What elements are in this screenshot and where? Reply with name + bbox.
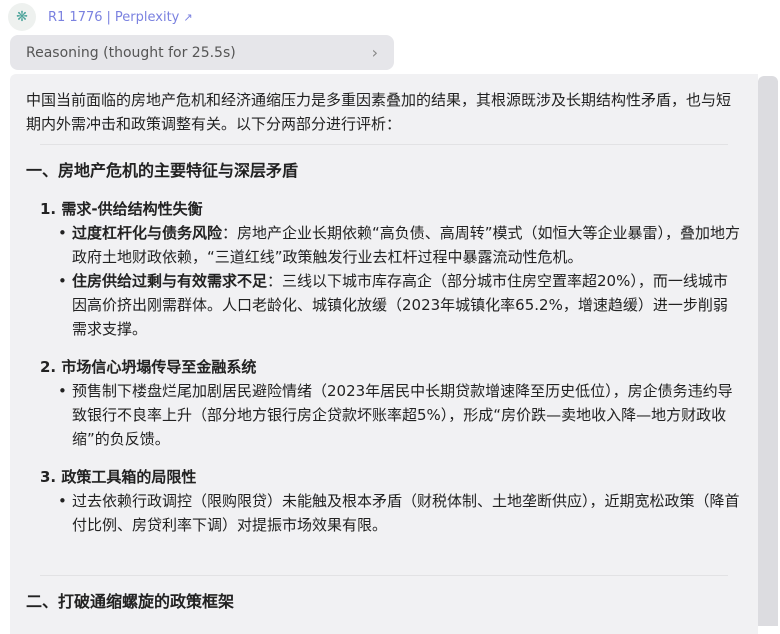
bullet-bold: 过度杠杆化与债务风险 bbox=[72, 224, 223, 242]
section-heading: 一、房地产危机的主要特征与深层矛盾 bbox=[26, 161, 299, 180]
subheading: 2. 市场信心坍塌传导至金融系统 bbox=[40, 358, 257, 376]
model-avatar-icon: ❋ bbox=[8, 3, 36, 31]
message-header: ❋ R1 1776 | Perplexity ↗ bbox=[8, 2, 193, 32]
separator: | bbox=[106, 9, 111, 25]
bullet-text: 预售制下楼盘烂尾加剧居民避险情绪（2023年居民中长期贷款增速降至历史低位），房… bbox=[72, 382, 733, 448]
list-item: 过去依赖行政调控（限购限贷）未能触及根本矛盾（财税体制、土地垄断供应），近期宽松… bbox=[58, 489, 742, 537]
section-heading: 二、打破通缩螺旋的政策框架 bbox=[26, 592, 235, 611]
external-link-icon[interactable]: ↗ bbox=[183, 11, 192, 24]
subheading: 1. 需求-供给结构性失衡 bbox=[40, 200, 203, 218]
provider-link[interactable]: Perplexity bbox=[115, 10, 179, 25]
response-body: 中国当前面临的房地产危机和经济通缩压力是多重因素叠加的结果，其根源既涉及长期结构… bbox=[10, 74, 758, 634]
intro-paragraph: 中国当前面临的房地产危机和经济通缩压力是多重因素叠加的结果，其根源既涉及长期结构… bbox=[26, 91, 732, 133]
divider bbox=[40, 575, 728, 576]
scrollbar[interactable] bbox=[758, 76, 778, 626]
reasoning-toggle[interactable]: Reasoning (thought for 25.5s) › bbox=[10, 35, 394, 70]
list-item: 住房供给过剩与有效需求不足：三线以下城市库存高企（部分城市住房空置率超20%），… bbox=[58, 269, 742, 341]
list-item: 过度杠杆化与债务风险：房地产企业长期依赖“高负债、高周转”模式（如恒大等企业暴雷… bbox=[58, 221, 742, 269]
model-name: R1 1776 bbox=[48, 9, 103, 25]
bullet-bold: 住房供给过剩与有效需求不足 bbox=[72, 272, 268, 290]
reasoning-label: Reasoning (thought for 25.5s) bbox=[26, 44, 236, 61]
list-item: 预售制下楼盘烂尾加剧居民避险情绪（2023年居民中长期贷款增速降至历史低位），房… bbox=[58, 379, 742, 451]
chevron-right-icon: › bbox=[371, 43, 378, 62]
divider bbox=[40, 144, 728, 145]
subheading: 3. 政策工具箱的局限性 bbox=[40, 468, 197, 486]
bullet-text: 过去依赖行政调控（限购限贷）未能触及根本矛盾（财税体制、土地垄断供应），近期宽松… bbox=[72, 492, 740, 534]
